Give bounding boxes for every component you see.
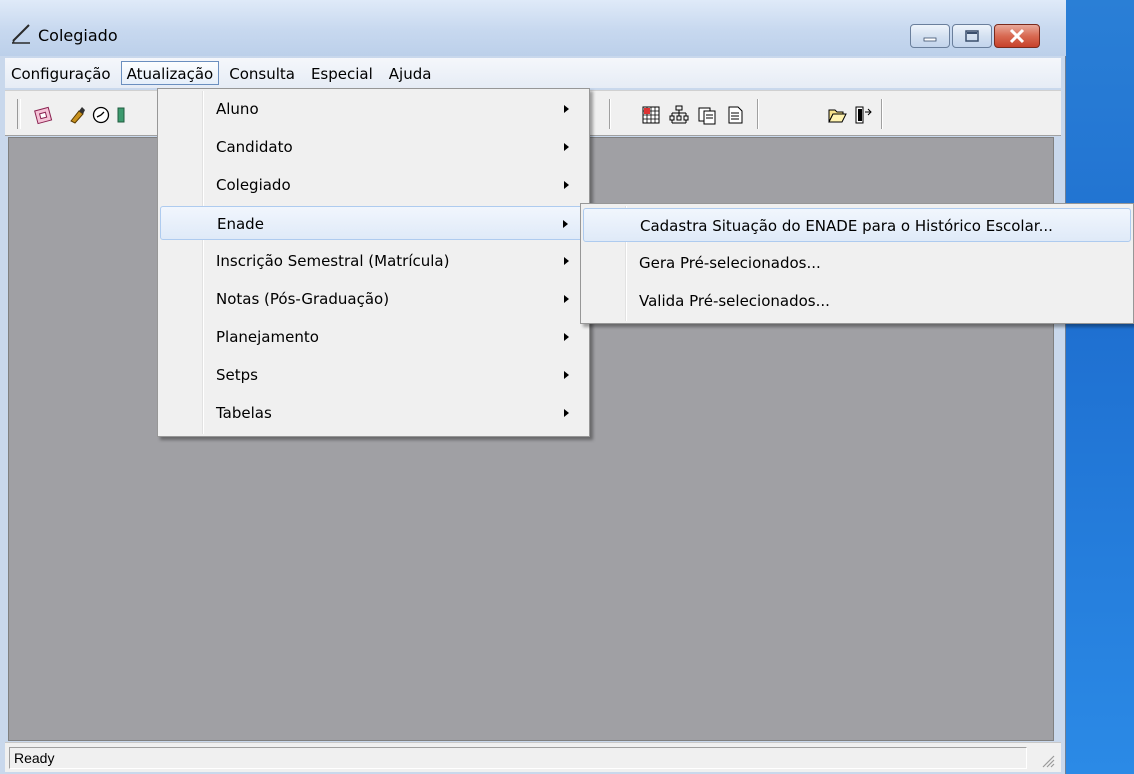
- title-bar[interactable]: Colegiado: [0, 0, 1066, 56]
- minimize-button[interactable]: [910, 24, 950, 48]
- menu-bar: Configuração Atualização Consulta Especi…: [5, 58, 1061, 88]
- brush-icon[interactable]: [67, 105, 87, 125]
- menu-item-candidato[interactable]: Candidato: [160, 130, 587, 164]
- toolbar-separator-3: [881, 99, 883, 129]
- minimize-icon: [923, 37, 937, 42]
- maximize-button[interactable]: [952, 24, 992, 48]
- menu-item-planejamento[interactable]: Planejamento: [160, 320, 587, 354]
- atualizacao-dropdown: Aluno Candidato Colegiado Enade Inscriçã…: [157, 88, 590, 437]
- document-icon[interactable]: [117, 105, 125, 125]
- submenu-arrow-icon: [564, 143, 569, 151]
- toolbar-separator-2: [757, 99, 759, 129]
- caption-buttons: [910, 24, 1040, 48]
- submenu-arrow-icon: [564, 409, 569, 417]
- menu-especial[interactable]: Especial: [305, 61, 379, 85]
- copy-icon[interactable]: [697, 105, 717, 125]
- resize-grip-icon[interactable]: [1039, 752, 1055, 768]
- pencil-icon: [12, 24, 30, 44]
- submenu-arrow-icon: [564, 295, 569, 303]
- menu-item-cadastra-situacao-enade[interactable]: Cadastra Situação do ENADE para o Histór…: [583, 208, 1131, 242]
- toolbar-grip[interactable]: [17, 99, 21, 129]
- exit-door-icon[interactable]: [853, 105, 873, 125]
- menu-item-enade[interactable]: Enade: [160, 206, 587, 240]
- submenu-arrow-icon: [564, 371, 569, 379]
- calendar-icon[interactable]: [33, 105, 53, 125]
- menu-item-colegiado[interactable]: Colegiado: [160, 168, 587, 202]
- close-icon: [1009, 28, 1025, 44]
- menu-item-setps[interactable]: Setps: [160, 358, 587, 392]
- menu-item-valida-pre-selecionados[interactable]: Valida Pré-selecionados...: [583, 284, 1131, 318]
- window-title: Colegiado: [38, 26, 118, 45]
- menu-consulta[interactable]: Consulta: [223, 61, 301, 85]
- toolbar-separator: [609, 99, 611, 129]
- page-icon[interactable]: [725, 105, 745, 125]
- menu-item-inscricao-semestral[interactable]: Inscrição Semestral (Matrícula): [160, 244, 587, 278]
- menu-ajuda[interactable]: Ajuda: [383, 61, 438, 85]
- hierarchy-icon[interactable]: [669, 105, 689, 125]
- submenu-arrow-icon: [564, 333, 569, 341]
- submenu-arrow-icon: [564, 105, 569, 113]
- submenu-arrow-icon: [564, 181, 569, 189]
- clock-icon[interactable]: [91, 105, 111, 125]
- menu-item-aluno[interactable]: Aluno: [160, 92, 587, 126]
- status-bar: Ready: [5, 742, 1061, 772]
- menu-item-notas[interactable]: Notas (Pós-Graduação): [160, 282, 587, 316]
- status-text: Ready: [9, 747, 1027, 769]
- grid-icon[interactable]: [641, 105, 661, 125]
- enade-submenu: Cadastra Situação do ENADE para o Histór…: [580, 203, 1134, 324]
- menu-item-gera-pre-selecionados[interactable]: Gera Pré-selecionados...: [583, 246, 1131, 280]
- open-folder-icon[interactable]: [827, 105, 847, 125]
- close-button[interactable]: [994, 24, 1040, 48]
- submenu-arrow-icon: [563, 220, 568, 228]
- submenu-arrow-icon: [564, 257, 569, 265]
- menu-atualizacao[interactable]: Atualização: [120, 61, 220, 85]
- menu-configuracao[interactable]: Configuração: [5, 61, 117, 85]
- menu-item-tabelas[interactable]: Tabelas: [160, 396, 587, 430]
- maximize-icon: [965, 30, 979, 42]
